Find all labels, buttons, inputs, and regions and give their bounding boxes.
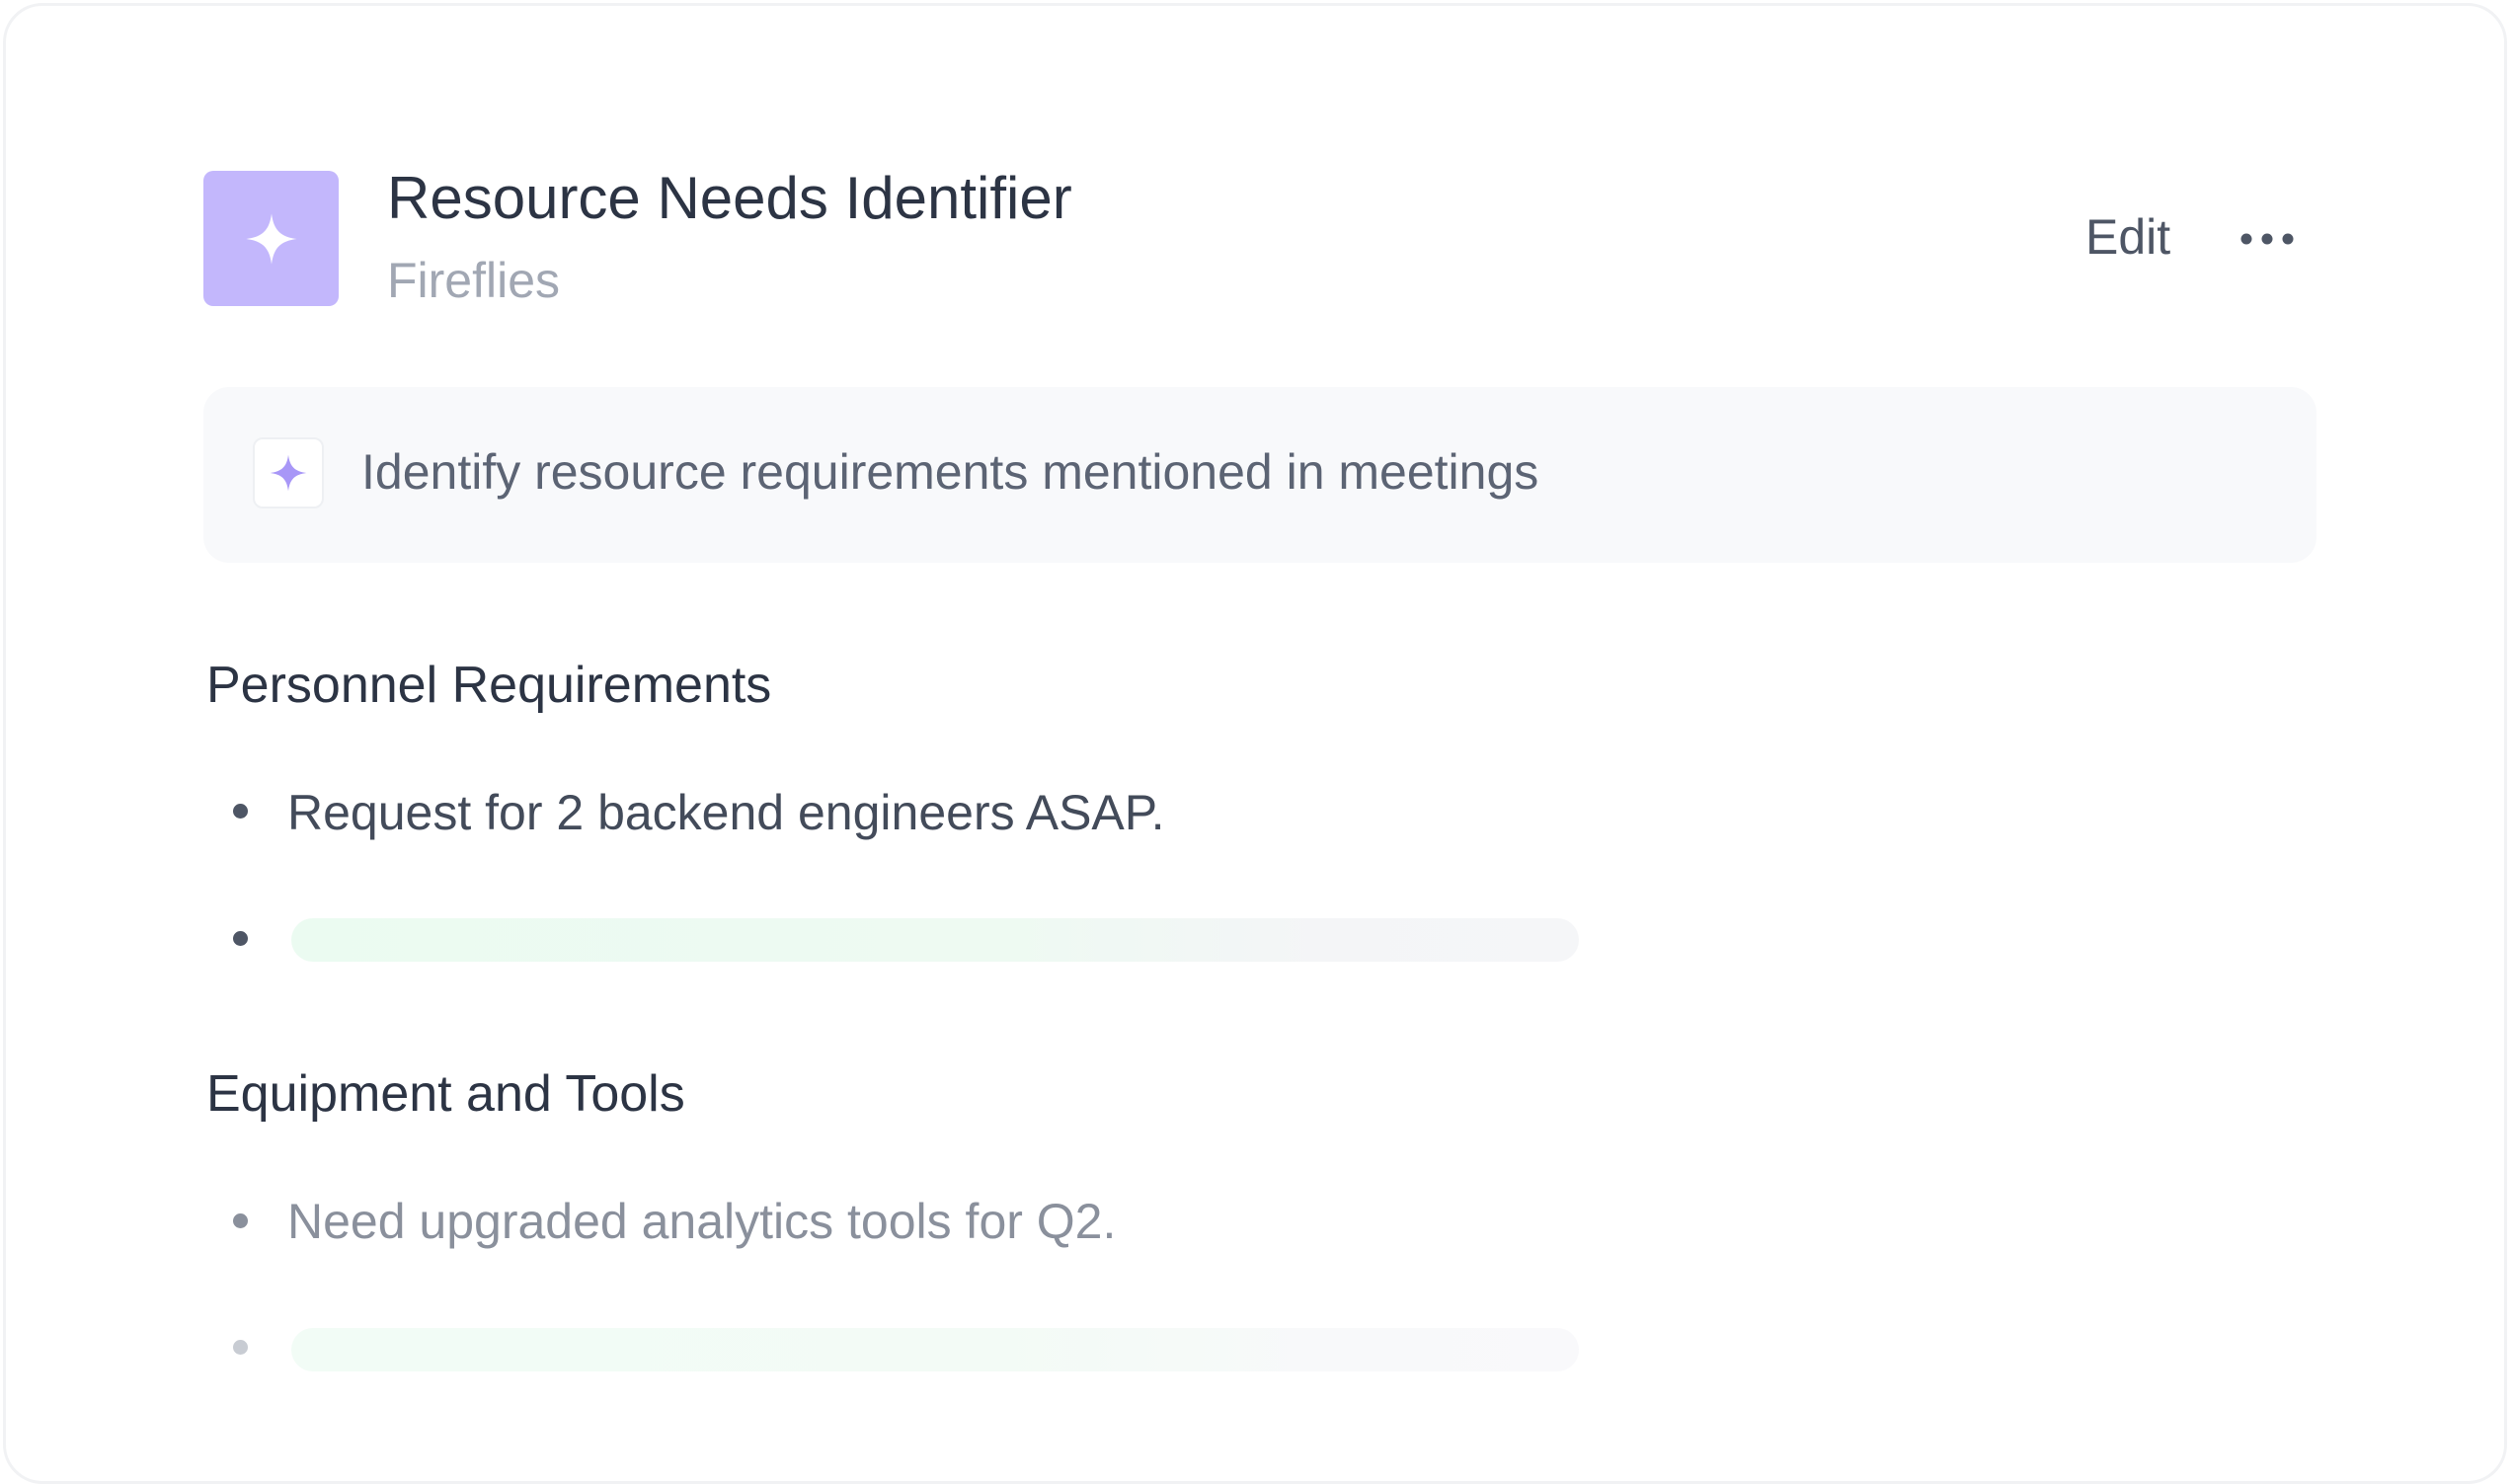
list-item: Need upgraded analytics tools for Q2.: [287, 1194, 1117, 1249]
sparkle-icon: [245, 212, 297, 265]
bullet-dot: [233, 1213, 248, 1228]
section-title-equipment: Equipment and Tools: [206, 1065, 685, 1123]
loading-placeholder: [291, 918, 1579, 962]
description-text: Identify resource requirements mentioned…: [361, 444, 1539, 500]
section-title-personnel: Personnel Requirements: [206, 657, 772, 714]
bullet-dot: [233, 931, 248, 946]
source-label: Fireflies: [387, 253, 561, 308]
description-icon-badge: [253, 437, 324, 508]
loading-placeholder: [291, 1328, 1579, 1371]
app-icon: [203, 171, 339, 306]
page-title: Resource Needs Identifier: [387, 165, 1072, 231]
sparkle-icon: [270, 454, 307, 492]
description-box: Identify resource requirements mentioned…: [203, 387, 2316, 563]
more-horizontal-icon: [2240, 233, 2294, 245]
insight-card: Resource Needs Identifier Fireflies Edit…: [3, 3, 2507, 1484]
more-button[interactable]: [2232, 209, 2303, 269]
bullet-dot: [233, 804, 248, 819]
edit-button[interactable]: Edit: [2078, 203, 2178, 271]
list-item: Request for 2 backend engineers ASAP.: [287, 785, 1165, 840]
bullet-dot: [233, 1340, 248, 1355]
